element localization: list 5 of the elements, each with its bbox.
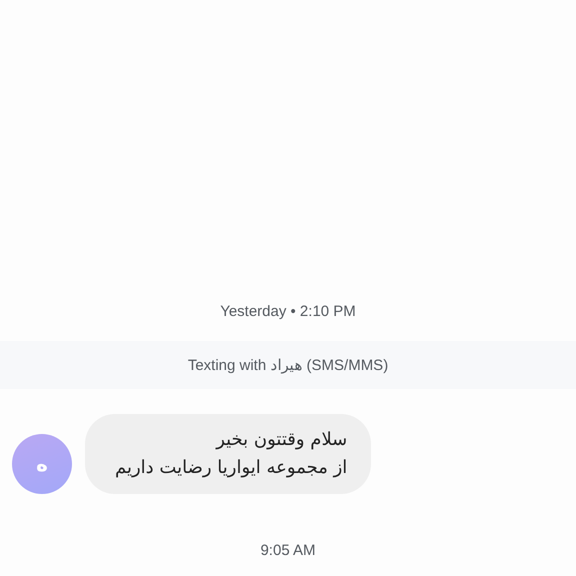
message-bubble: سلام وقتتون بخیر از مجموعه ایواریا رضایت داریم (85, 414, 372, 494)
avatar: ه (12, 434, 72, 494)
banner-text: Texting with هیراد (SMS/MMS) (188, 356, 388, 374)
date-divider: Yesterday • 2:10 PM (220, 302, 356, 322)
time-divider: 9:05 AM (260, 541, 316, 561)
